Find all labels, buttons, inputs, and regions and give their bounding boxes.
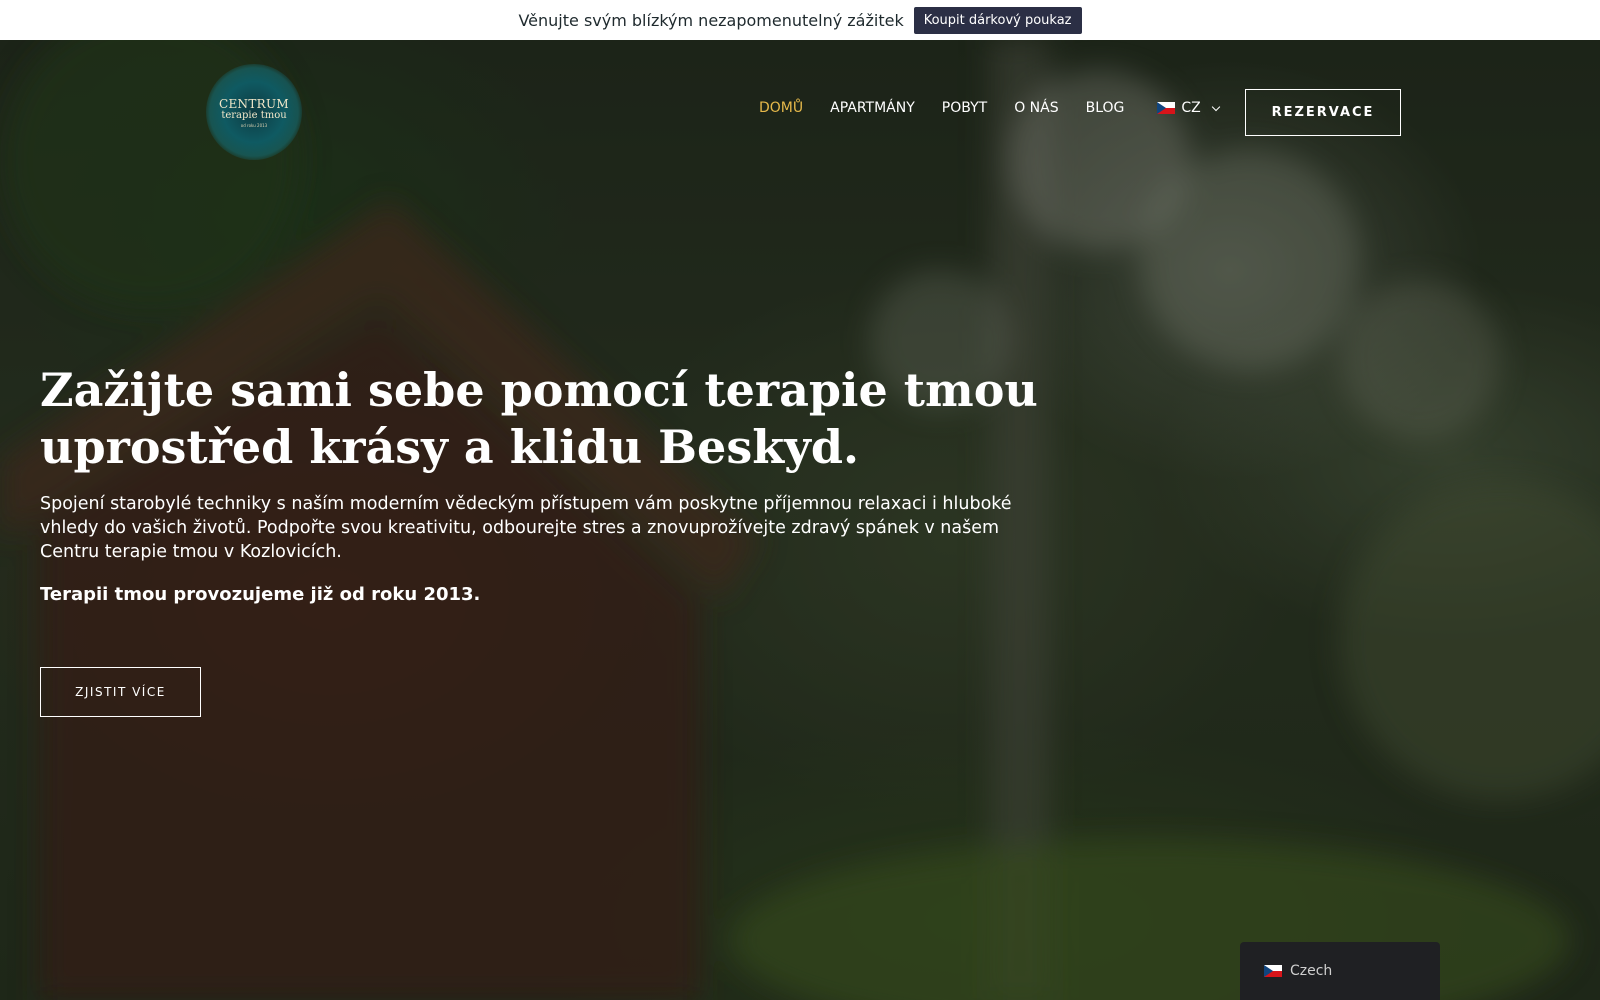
- nav-item-blog[interactable]: BLOG: [1086, 100, 1125, 116]
- hero-since-text: Terapii tmou provozujeme již od roku 201…: [40, 584, 481, 605]
- czech-flag-icon: [1157, 102, 1176, 114]
- language-dropdown[interactable]: CZ: [1157, 100, 1221, 116]
- nav-item-home[interactable]: DOMŮ: [759, 100, 803, 116]
- logo-title: CENTRUM: [219, 96, 289, 111]
- announcement-text: Věnujte svým blízkým nezapomenutelný záž…: [518, 10, 904, 30]
- nav-item-apartments[interactable]: APARTMÁNY: [830, 100, 915, 116]
- hero-title: Zažijte sami sebe pomocí terapie tmou up…: [40, 363, 1038, 474]
- reservation-button[interactable]: REZERVACE: [1245, 89, 1401, 136]
- buy-gift-voucher-button[interactable]: Koupit dárkový poukaz: [913, 6, 1082, 34]
- logo-subtitle: terapie tmou: [221, 109, 287, 121]
- chevron-down-icon: [1211, 102, 1221, 111]
- nav-item-stay[interactable]: POBYT: [942, 100, 987, 116]
- language-switcher-popup[interactable]: Czech: [1240, 942, 1440, 1000]
- logo-since: od roku 2013: [240, 122, 268, 128]
- hero-description: Spojení starobylé techniky s naším moder…: [40, 494, 1012, 562]
- main-navigation: DOMŮ APARTMÁNY POBYT O NÁS BLOG CZ: [759, 100, 1221, 116]
- language-switcher-label: Czech: [1290, 963, 1333, 979]
- language-label: CZ: [1181, 100, 1201, 116]
- site-logo[interactable]: CENTRUM terapie tmou od roku 2013: [206, 64, 302, 160]
- czech-flag-icon: [1264, 965, 1282, 977]
- nav-item-about[interactable]: O NÁS: [1014, 100, 1058, 116]
- announcement-bar: Věnujte svým blízkým nezapomenutelný záž…: [0, 0, 1600, 40]
- learn-more-button[interactable]: ZJISTIT VÍCE: [40, 667, 201, 717]
